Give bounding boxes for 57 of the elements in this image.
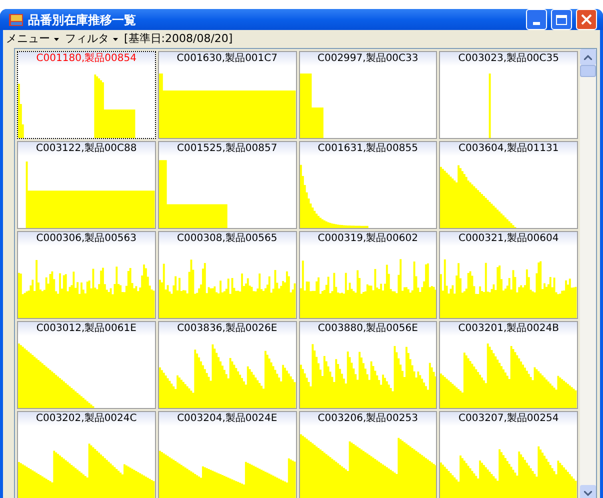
tile-title: C003836,製品0026E — [158, 322, 296, 336]
minimize-button[interactable] — [526, 9, 547, 30]
down-chevron-icon — [584, 490, 592, 496]
tile-title: C003122,製品00C88 — [18, 142, 155, 156]
menu-dropdown[interactable]: メニュー — [6, 30, 59, 48]
chart-tile[interactable]: C000308,製品00565 — [158, 231, 296, 319]
caret-icon — [113, 38, 118, 40]
tile-title: C003012,製品0061E — [18, 322, 155, 336]
tile-title: C003604,製品01131 — [440, 142, 577, 156]
chart-tile[interactable]: C000306,製品00563 — [17, 231, 156, 319]
chart-tile[interactable]: C003604,製品01131 — [439, 141, 578, 229]
tile-title: C000321,製品00604 — [440, 232, 577, 246]
chart-tile[interactable]: C003122,製品00C88 — [17, 141, 156, 229]
scroll-thumb[interactable] — [580, 65, 596, 77]
tile-title: C003207,製品00254 — [440, 412, 577, 426]
chart-tile[interactable]: C000319,製品00602 — [298, 231, 438, 319]
window-title: 品番別在庫推移一覧 — [28, 12, 137, 28]
vertical-scrollbar[interactable] — [580, 49, 596, 498]
chart-tile[interactable]: C003201,製品0024B — [439, 321, 578, 409]
tile-title: C003206,製品00253 — [300, 412, 436, 426]
chart-tile[interactable]: C001525,製品00857 — [158, 141, 296, 229]
tile-title: C000306,製品00563 — [18, 232, 155, 246]
chart-tile[interactable]: C003880,製品0056E — [298, 321, 438, 409]
chart-tile[interactable]: C001630,製品001C7 — [158, 51, 296, 139]
chart-tile[interactable]: C003204,製品0024E — [158, 411, 296, 498]
tile-title: C003204,製品0024E — [158, 412, 296, 426]
chart-tile[interactable]: C003836,製品0026E — [158, 321, 296, 409]
tile-title: C003202,製品0024C — [18, 412, 155, 426]
tile-title: C002997,製品00C33 — [300, 52, 436, 66]
tile-title: C003023,製品00C35 — [440, 52, 577, 66]
chart-tile[interactable]: C003012,製品0061E — [17, 321, 156, 409]
chart-tile[interactable]: C003023,製品00C35 — [439, 51, 578, 139]
chart-tile[interactable]: C003207,製品00254 — [439, 411, 578, 498]
tile-title: C000308,製品00565 — [158, 232, 296, 246]
chart-tile[interactable]: C002997,製品00C33 — [298, 51, 438, 139]
scroll-down-button[interactable] — [580, 485, 596, 498]
close-icon — [581, 14, 592, 25]
up-chevron-icon — [584, 54, 592, 60]
chart-tile[interactable]: C001180,製品00854 — [17, 51, 156, 139]
tile-title: C000319,製品00602 — [300, 232, 436, 246]
menu-dropdown[interactable]: フィルタ — [65, 30, 118, 48]
tile-title: C001180,製品00854 — [18, 52, 155, 66]
tile-title: C003201,製品0024B — [440, 322, 577, 336]
chart-tile[interactable]: C000321,製品00604 — [439, 231, 578, 319]
tile-title: C001631,製品00855 — [300, 142, 436, 156]
maximize-button[interactable] — [551, 9, 572, 30]
scroll-up-button[interactable] — [580, 49, 596, 65]
base-date-label: [基準日:2008/08/20] — [124, 30, 233, 47]
close-button[interactable] — [576, 9, 597, 30]
app-icon — [8, 12, 24, 28]
tile-title: C001630,製品001C7 — [158, 52, 296, 66]
chart-tile[interactable]: C001631,製品00855 — [298, 141, 438, 229]
tile-title: C001525,製品00857 — [158, 142, 296, 156]
chart-tile[interactable]: C003206,製品00253 — [298, 411, 438, 498]
chart-tile[interactable]: C003202,製品0024C — [17, 411, 156, 498]
tile-title: C003880,製品0056E — [300, 322, 436, 336]
caret-icon — [54, 38, 59, 40]
